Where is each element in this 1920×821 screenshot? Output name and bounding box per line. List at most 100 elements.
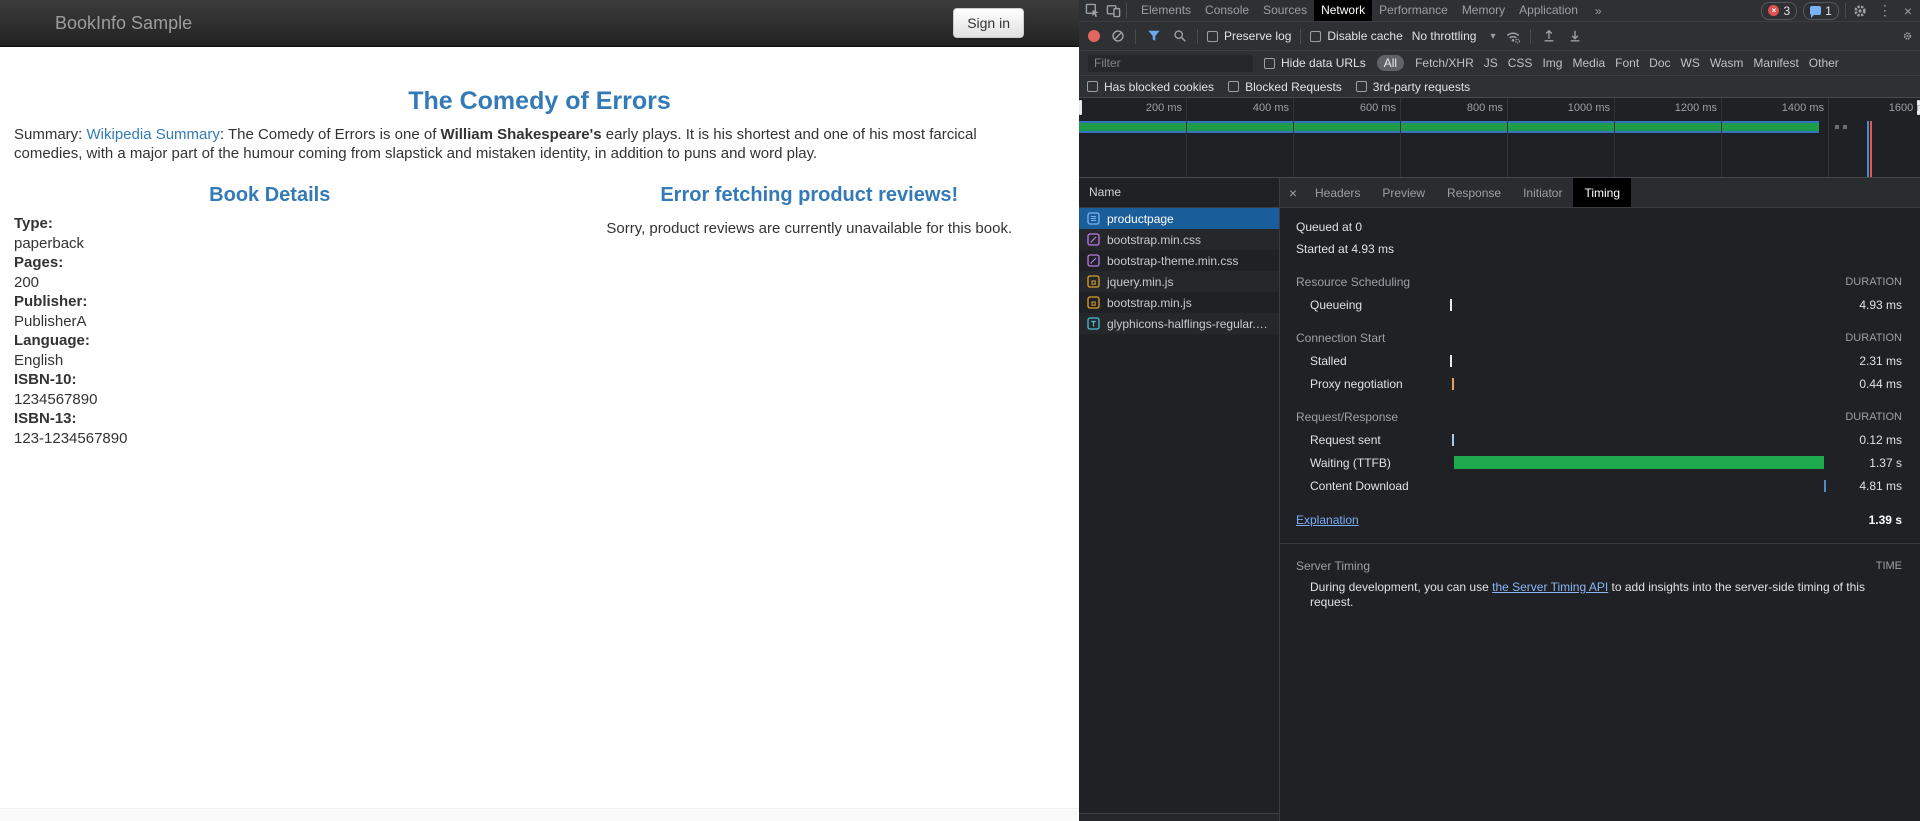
preserve-log-checkbox[interactable]: Preserve log bbox=[1207, 29, 1291, 43]
navbar: BookInfo Sample Sign in bbox=[0, 0, 1079, 47]
network-request-row[interactable]: jquery.min.js bbox=[1079, 271, 1279, 292]
dom-content-loaded-line bbox=[1867, 121, 1869, 177]
request-name: productpage bbox=[1107, 212, 1174, 226]
filter-chip-css[interactable]: CSS bbox=[1508, 56, 1533, 70]
panel-settings-gear-icon[interactable] bbox=[1903, 28, 1920, 45]
tab-application[interactable]: Application bbox=[1512, 0, 1585, 21]
divider bbox=[1300, 29, 1301, 44]
settings-gear-icon[interactable] bbox=[1852, 2, 1869, 19]
detail-tab-initiator[interactable]: Initiator bbox=[1512, 178, 1573, 207]
detail-tab-headers[interactable]: Headers bbox=[1304, 178, 1371, 207]
request-list-pane: Name productpagebootstrap.min.cssbootstr… bbox=[1079, 178, 1280, 821]
server-timing-note: During development, you can use the Serv… bbox=[1310, 580, 1868, 610]
throttling-dropdown[interactable]: No throttling ▾ bbox=[1412, 29, 1496, 43]
3rd-party-requests-checkbox[interactable]: 3rd-party requests bbox=[1356, 80, 1470, 94]
ruler-gridline bbox=[1507, 98, 1508, 177]
detail-tab-preview[interactable]: Preview bbox=[1371, 178, 1436, 207]
filter-chip-js[interactable]: JS bbox=[1484, 56, 1498, 70]
network-conditions-icon[interactable] bbox=[1504, 28, 1521, 45]
timing-section-title: Resource Scheduling bbox=[1296, 275, 1410, 289]
search-icon[interactable] bbox=[1171, 28, 1188, 45]
book-field-label: ISBN-13: bbox=[14, 409, 540, 429]
request-table-name-header[interactable]: Name bbox=[1079, 178, 1279, 208]
sign-in-button[interactable]: Sign in bbox=[953, 8, 1024, 38]
checkbox-icon[interactable] bbox=[1207, 31, 1218, 42]
filter-chip-manifest[interactable]: Manifest bbox=[1753, 56, 1798, 70]
tab-memory[interactable]: Memory bbox=[1455, 0, 1512, 21]
checkbox-icon[interactable] bbox=[1228, 81, 1239, 92]
network-request-row[interactable]: productpage bbox=[1079, 208, 1279, 229]
wikipedia-summary-link[interactable]: Wikipedia Summary bbox=[87, 126, 220, 143]
tab-sources[interactable]: Sources bbox=[1256, 0, 1314, 21]
filter-chip-fetch-xhr[interactable]: Fetch/XHR bbox=[1415, 56, 1474, 70]
checkbox-icon[interactable] bbox=[1356, 81, 1367, 92]
book-field-label: ISBN-10: bbox=[14, 370, 540, 390]
server-timing-api-link[interactable]: the Server Timing API bbox=[1492, 580, 1608, 594]
close-devtools-icon[interactable]: × bbox=[1901, 3, 1915, 19]
detail-tab-response[interactable]: Response bbox=[1436, 178, 1512, 207]
duration-column-label: DURATION bbox=[1845, 276, 1902, 288]
summary-author: William Shakespeare's bbox=[441, 126, 602, 143]
tab-elements[interactable]: Elements bbox=[1134, 0, 1198, 21]
timing-bar-area bbox=[1450, 428, 1830, 451]
checkbox-icon[interactable] bbox=[1264, 58, 1275, 69]
record-network-log-icon[interactable] bbox=[1088, 30, 1100, 42]
ruler-tick-label: 1200 ms bbox=[1617, 102, 1717, 114]
tab-performance[interactable]: Performance bbox=[1372, 0, 1455, 21]
timing-duration-value: 2.31 ms bbox=[1859, 354, 1902, 368]
import-har-icon[interactable] bbox=[1540, 28, 1557, 45]
filter-chip-other[interactable]: Other bbox=[1809, 56, 1839, 70]
checkbox-icon[interactable] bbox=[1310, 31, 1321, 42]
spacer bbox=[1296, 395, 1902, 406]
network-request-row[interactable]: bootstrap.min.css bbox=[1079, 229, 1279, 250]
has-blocked-cookies-checkbox[interactable]: Has blocked cookies bbox=[1087, 80, 1214, 94]
network-overview-timeline[interactable]: 200 ms400 ms600 ms800 ms1000 ms1200 ms14… bbox=[1079, 98, 1920, 178]
ruler-gridline bbox=[1186, 98, 1187, 177]
inspect-element-icon[interactable] bbox=[1084, 2, 1101, 19]
divider bbox=[1135, 29, 1136, 44]
timing-duration-value: 4.93 ms bbox=[1859, 298, 1902, 312]
resource-type-chips: Fetch/XHR JS CSS Img Media Font Doc WS Wasm Manif… bbox=[1415, 56, 1839, 70]
network-request-row[interactable]: bootstrap-theme.min.css bbox=[1079, 250, 1279, 271]
network-request-row[interactable]: bootstrap.min.js bbox=[1079, 292, 1279, 313]
timing-tick bbox=[1452, 434, 1454, 446]
network-request-row[interactable]: glyphicons-halflings-regular.… bbox=[1079, 313, 1279, 334]
disable-cache-checkbox[interactable]: Disable cache bbox=[1310, 29, 1402, 43]
overview-small-request bbox=[1835, 125, 1839, 129]
filter-chip-media[interactable]: Media bbox=[1572, 56, 1605, 70]
filter-chip-ws[interactable]: WS bbox=[1681, 56, 1700, 70]
close-detail-icon[interactable]: × bbox=[1282, 185, 1304, 201]
filter-chip-img[interactable]: Img bbox=[1542, 56, 1562, 70]
filter-input[interactable] bbox=[1088, 55, 1253, 72]
export-har-icon[interactable] bbox=[1566, 28, 1583, 45]
duration-column-label: DURATION bbox=[1845, 411, 1902, 423]
device-toolbar-icon[interactable] bbox=[1105, 2, 1122, 19]
blocked-requests-checkbox[interactable]: Blocked Requests bbox=[1228, 80, 1342, 94]
ruler-tick-label: 400 ms bbox=[1189, 102, 1289, 114]
filter-chip-wasm[interactable]: Wasm bbox=[1710, 56, 1744, 70]
filter-chip-all[interactable]: All bbox=[1377, 55, 1404, 71]
checkbox-icon[interactable] bbox=[1087, 81, 1098, 92]
more-options-kebab-icon[interactable]: ⋮ bbox=[1875, 2, 1895, 19]
filter-chip-doc[interactable]: Doc bbox=[1649, 56, 1670, 70]
timing-row: Proxy negotiation0.44 ms bbox=[1296, 372, 1902, 395]
ruler-tick-label: 1600 ms bbox=[1831, 102, 1920, 114]
filter-chip-font[interactable]: Font bbox=[1615, 56, 1639, 70]
tab-console[interactable]: Console bbox=[1198, 0, 1256, 21]
clear-network-log-icon[interactable] bbox=[1109, 28, 1126, 45]
timing-bar-area bbox=[1450, 293, 1830, 316]
detail-tab-timing[interactable]: Timing bbox=[1573, 178, 1631, 207]
ruler-tick-label: 1400 ms bbox=[1724, 102, 1824, 114]
more-tabs-chevron[interactable]: » bbox=[1589, 4, 1608, 18]
overview-small-request bbox=[1843, 125, 1847, 129]
error-count-badge[interactable]: × 3 bbox=[1761, 2, 1797, 20]
explanation-link[interactable]: Explanation bbox=[1296, 513, 1359, 527]
issues-count-badge[interactable]: 1 bbox=[1803, 2, 1839, 20]
hide-data-urls-label: Hide data URLs bbox=[1281, 56, 1366, 70]
book-field-value: PublisherA bbox=[14, 312, 540, 332]
hide-data-urls-checkbox[interactable]: Hide data URLs bbox=[1264, 56, 1366, 70]
book-field-value: English bbox=[14, 351, 540, 371]
filter-funnel-icon[interactable] bbox=[1145, 28, 1162, 45]
tab-network[interactable]: Network bbox=[1314, 0, 1372, 21]
timing-phase-label: Stalled bbox=[1296, 354, 1347, 368]
